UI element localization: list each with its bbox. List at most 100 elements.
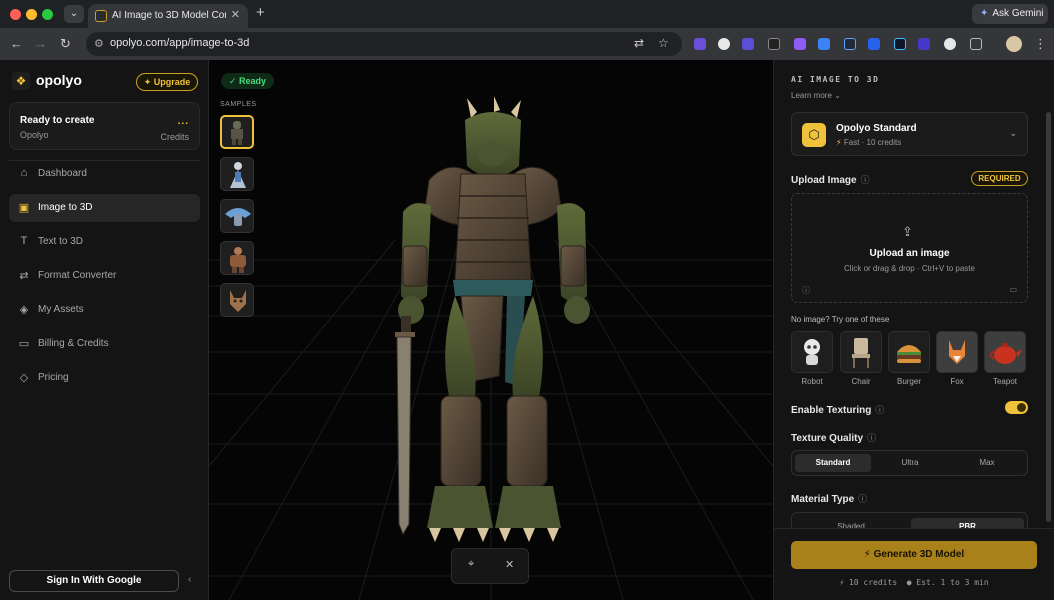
sample-thumbnail[interactable] <box>220 115 254 149</box>
bookmark-star-icon[interactable]: ☆ <box>658 36 669 50</box>
close-window-button[interactable] <box>10 9 21 20</box>
panel-scrollbar[interactable] <box>1046 112 1051 522</box>
maximize-window-button[interactable] <box>42 9 53 20</box>
extensions-puzzle-icon[interactable] <box>970 38 982 50</box>
extension-icon[interactable] <box>742 38 754 50</box>
quality-max-option[interactable]: Max <box>949 454 1025 472</box>
info-icon[interactable]: ⓘ <box>858 494 867 504</box>
extension-icon[interactable] <box>868 38 880 50</box>
sidebar-item-label: Text to 3D <box>38 236 84 247</box>
home-icon: ⌂ <box>20 167 28 179</box>
sign-in-google-button[interactable]: Sign In With Google <box>9 570 179 592</box>
extension-icon[interactable] <box>918 38 930 50</box>
sample-chair-button[interactable] <box>840 331 882 373</box>
tab-search-chevron-icon[interactable]: ⌄ <box>64 5 84 23</box>
browser-tab[interactable]: AI Image to 3D Model Conver ✕ <box>88 4 248 28</box>
generation-estimate: ⚡ 10 credits ● Est. 1 to 3 min <box>839 578 989 587</box>
extension-icon[interactable] <box>694 38 706 50</box>
texture-quality-label: Texture Quality <box>791 433 864 444</box>
material-type-selector: Shaded PBR <box>791 512 1028 528</box>
layers-icon: ◈ <box>19 304 29 316</box>
bolt-icon: ⚡ <box>836 138 842 147</box>
footer-estimate: Est. 1 to 3 min <box>916 578 989 587</box>
sample-robot-button[interactable] <box>791 331 833 373</box>
material-shaded-option[interactable]: Shaded <box>795 518 907 528</box>
chevron-down-icon: ⌄ <box>1009 128 1017 138</box>
gemini-spark-icon: ✦ <box>980 8 989 19</box>
extension-icon[interactable] <box>768 38 780 50</box>
back-arrow-icon[interactable]: ← <box>10 36 23 51</box>
3d-model-preview[interactable] <box>369 96 619 544</box>
credits-value: ... <box>177 116 189 127</box>
sample-thumbnail[interactable] <box>220 157 254 191</box>
brand-name[interactable]: opolyo <box>36 72 82 88</box>
sidebar-item-text-to-3d[interactable]: T Text to 3D <box>9 228 200 256</box>
ready-status-badge: ✓ Ready <box>221 73 275 89</box>
sample-teapot-button[interactable] <box>984 331 1026 373</box>
model-selector[interactable]: ⬡ Opolyo Standard ⚡ Fast · 10 credits ⌄ <box>791 112 1028 156</box>
texturing-toggle[interactable] <box>1005 401 1028 414</box>
tab-title: AI Image to 3D Model Conver <box>112 10 226 21</box>
browser-toolbar: ← → ↻ ⚙ opolyo.com/app/image-to-3d ⇄ ☆ ⋮ <box>0 28 1054 60</box>
ask-gemini-button[interactable]: ✦ Ask Gemini <box>972 4 1048 24</box>
sample-label: Teapot <box>992 377 1018 386</box>
terminal-extension-icon[interactable] <box>844 38 856 50</box>
browser-menu-icon[interactable]: ⋮ <box>1034 36 1047 52</box>
sample-burger-button[interactable] <box>888 331 930 373</box>
extension-icon[interactable] <box>794 38 806 50</box>
upload-dropzone[interactable]: ⇪ Upload an image Click or drag & drop ·… <box>791 193 1028 303</box>
tab-close-icon[interactable]: ✕ <box>231 8 240 21</box>
info-icon[interactable]: ⓘ <box>802 285 810 296</box>
extension-icon[interactable] <box>818 38 830 50</box>
image-icon: ▣ <box>18 202 30 214</box>
sample-thumbnail[interactable] <box>220 199 254 233</box>
extension-icon[interactable] <box>718 38 730 50</box>
quality-standard-option[interactable]: Standard <box>795 454 871 472</box>
model-viewport[interactable]: ✓ Ready SAMPLES ⌖ ✕ <box>209 60 773 600</box>
sidebar-item-my-assets[interactable]: ◈ My Assets <box>9 296 200 324</box>
folder-icon[interactable]: ▭ <box>1009 285 1017 294</box>
opolyo-logo-icon[interactable]: ❖ <box>12 72 30 90</box>
sidebar-item-image-to-3d[interactable]: ▣ Image to 3D <box>9 194 200 222</box>
material-type-label: Material Type <box>791 494 855 505</box>
extension-icon[interactable] <box>944 38 956 50</box>
sidebar-item-pricing[interactable]: ◇ Pricing <box>9 364 200 392</box>
profile-avatar[interactable] <box>1006 36 1022 52</box>
sample-fox-button[interactable] <box>936 331 978 373</box>
url-text: opolyo.com/app/image-to-3d <box>110 37 250 49</box>
upload-image-title: Upload Image ⓘ <box>791 173 870 186</box>
generate-label: Generate 3D Model <box>873 549 965 560</box>
sidebar-item-format-converter[interactable]: ⇄ Format Converter <box>9 262 200 290</box>
status-card: Ready to create Opolyo ... Credits <box>9 102 200 150</box>
generate-3d-model-button[interactable]: ⚡ Generate 3D Model <box>791 541 1037 569</box>
model-sub-text: Fast · 10 credits <box>843 138 902 147</box>
translate-icon[interactable]: ⇄ <box>634 36 644 50</box>
sidebar: ❖ opolyo ✦ Upgrade Ready to create Opoly… <box>0 60 209 600</box>
upload-title-text: Upload Image <box>791 175 857 186</box>
site-settings-icon[interactable]: ⚙ <box>94 37 104 50</box>
forward-arrow-icon[interactable]: → <box>34 36 47 51</box>
sample-label: Chair <box>851 377 871 386</box>
quality-ultra-option[interactable]: Ultra <box>872 454 948 472</box>
info-icon[interactable]: ⓘ <box>867 433 876 443</box>
texture-quality-title: Texture Quality ⓘ <box>791 431 876 444</box>
info-icon[interactable]: ⓘ <box>875 405 884 415</box>
extension-icon[interactable] <box>894 38 906 50</box>
info-icon[interactable]: ⓘ <box>861 175 870 185</box>
reload-icon[interactable]: ↻ <box>60 36 71 52</box>
close-icon[interactable]: ✕ <box>505 558 514 571</box>
new-tab-button[interactable]: + <box>256 4 265 21</box>
sidebar-item-dashboard[interactable]: ⌂ Dashboard <box>9 160 200 188</box>
sample-thumbnail[interactable] <box>220 241 254 275</box>
material-pbr-option[interactable]: PBR <box>911 518 1024 528</box>
sidebar-item-billing[interactable]: ▭ Billing & Credits <box>9 330 200 358</box>
recenter-icon[interactable]: ⌖ <box>468 558 474 571</box>
minimize-window-button[interactable] <box>26 9 37 20</box>
collapse-sidebar-chevron-icon[interactable]: ‹ <box>188 574 191 585</box>
status-title: Ready to create <box>20 115 95 126</box>
upgrade-button[interactable]: ✦ Upgrade <box>136 73 198 91</box>
hexagon-icon: ⬡ <box>802 123 826 147</box>
learn-more-link[interactable]: Learn more ⌄ <box>791 91 841 100</box>
address-bar[interactable]: ⚙ opolyo.com/app/image-to-3d ⇄ ☆ <box>86 32 682 56</box>
sample-thumbnail[interactable] <box>220 283 254 317</box>
